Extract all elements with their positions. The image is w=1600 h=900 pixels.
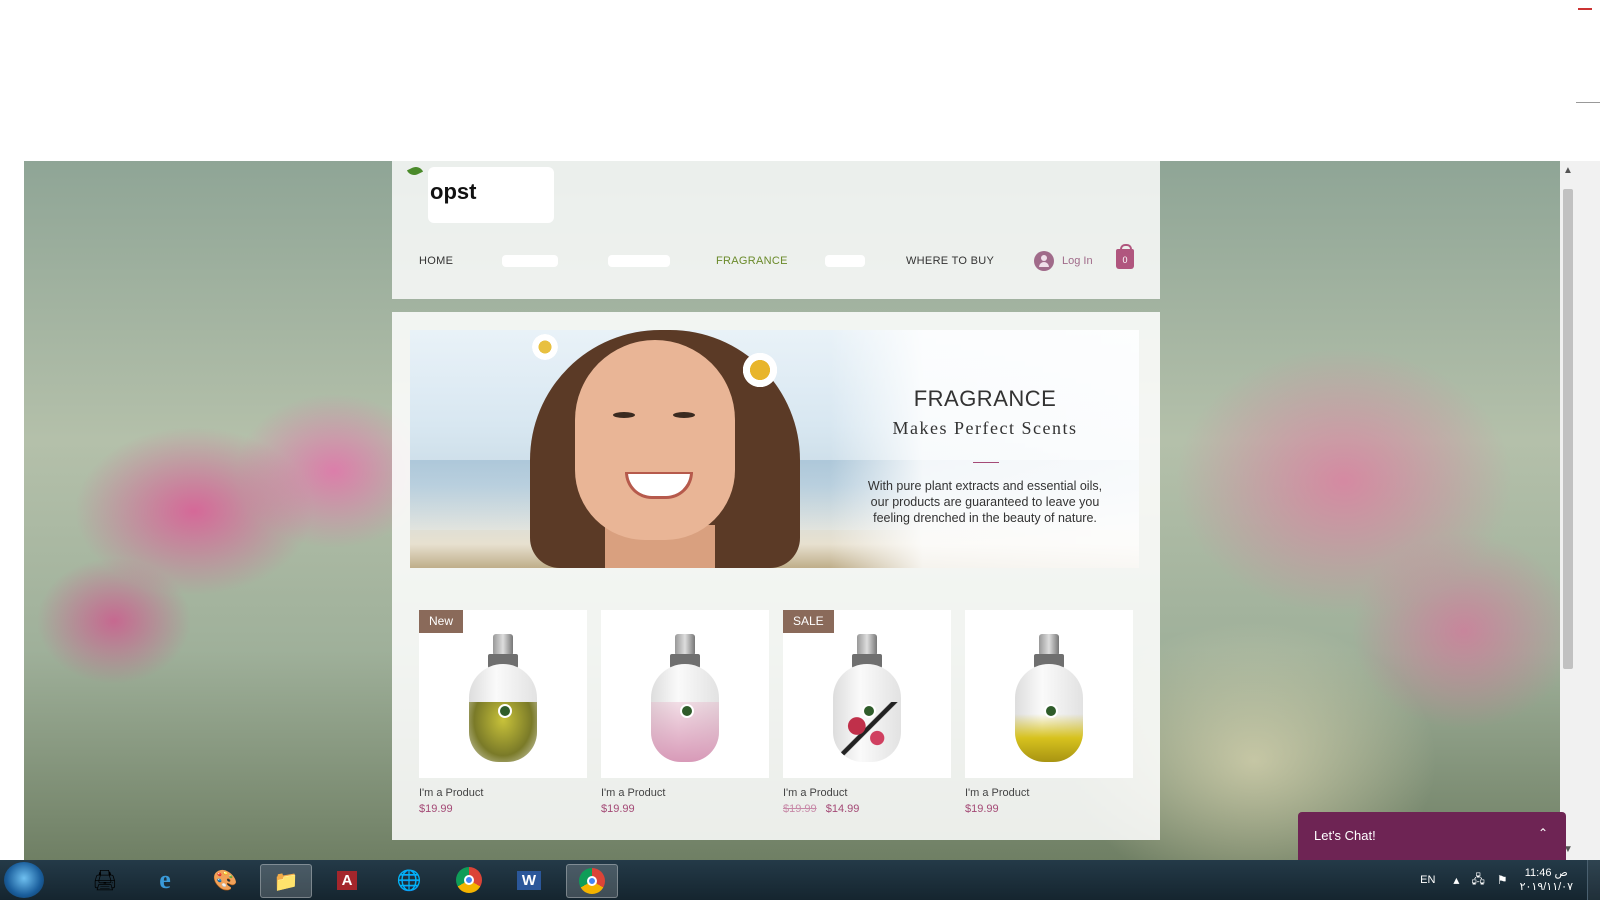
product-sale-price: $14.99 — [825, 803, 860, 815]
chrome-active-icon[interactable] — [566, 864, 618, 898]
product-card[interactable]: SALE I'm a Product $19.99 $14.99 — [783, 610, 951, 830]
sale-badge: SALE — [783, 610, 834, 633]
logo-text: opst — [430, 179, 477, 204]
nav-item-redacted[interactable] — [608, 255, 670, 267]
page-scrollbar[interactable]: ▲ ▼ — [1560, 161, 1600, 860]
product-image[interactable] — [965, 610, 1133, 778]
banner-text-panel — [830, 330, 1139, 568]
product-card[interactable]: I'm a Product $19.99 — [601, 610, 769, 830]
product-name[interactable]: I'm a Product — [601, 787, 665, 799]
banner-title: FRAGRANCE — [913, 386, 1057, 411]
nav-item-redacted[interactable] — [825, 255, 865, 267]
system-tray: EN ▴ 🖧 ⚑ 11:46 ص ٢٠١٩/١١/٠٧ — [1420, 860, 1600, 900]
eye-left — [613, 412, 635, 418]
product-image[interactable] — [783, 610, 951, 778]
globe-icon[interactable]: 🌐 — [384, 864, 434, 896]
nav-fragrance[interactable]: FRAGRANCE — [716, 249, 788, 273]
nav-item-redacted[interactable] — [502, 255, 558, 267]
clock[interactable]: 11:46 ص ٢٠١٩/١١/٠٧ — [1520, 866, 1573, 894]
product-image[interactable] — [601, 610, 769, 778]
main-nav: HOME FRAGRANCE WHERE TO BUY Log In 0 — [392, 244, 1160, 273]
product-price: $19.99 — [419, 803, 453, 815]
product-name[interactable]: I'm a Product — [965, 787, 1029, 799]
divider-line — [1576, 102, 1600, 103]
access-icon[interactable]: A — [322, 864, 372, 896]
show-desktop-button[interactable] — [1587, 860, 1600, 900]
site-header: opst HOME FRAGRANCE WHERE TO BUY Log In … — [392, 161, 1160, 299]
corner-mark — [1578, 8, 1592, 10]
hair-flower — [530, 332, 560, 362]
file-explorer-icon[interactable]: 📁 — [260, 864, 312, 898]
chat-widget[interactable]: Let's Chat! ⌃ — [1298, 812, 1566, 860]
action-center-flag-icon[interactable]: ⚑ — [1497, 873, 1508, 887]
chat-label: Let's Chat! — [1314, 828, 1376, 843]
product-price: $19.99 — [965, 803, 999, 815]
product-card[interactable]: New I'm a Product $19.99 — [419, 610, 587, 830]
perfume-bottle — [833, 634, 901, 764]
hair-flower — [740, 350, 780, 390]
hero-banner: FRAGRANCE Makes Perfect Scents With pure… — [410, 330, 1139, 568]
internet-explorer-icon[interactable]: e — [140, 864, 190, 896]
perfume-bottle — [651, 634, 719, 764]
perfume-bottle — [469, 634, 537, 764]
login-button[interactable]: Log In — [1034, 249, 1093, 273]
user-avatar-icon — [1034, 251, 1054, 271]
scanner-icon[interactable]: 🖨 — [80, 864, 130, 896]
paint-icon[interactable]: 🎨 — [200, 864, 250, 896]
product-price-block: $19.99 $14.99 — [783, 803, 859, 815]
show-hidden-icons-icon[interactable]: ▴ — [1453, 873, 1459, 887]
product-name[interactable]: I'm a Product — [783, 787, 847, 799]
content-area: FRAGRANCE Makes Perfect Scents With pure… — [392, 312, 1160, 840]
eye-right — [673, 412, 695, 418]
banner-subtitle: Makes Perfect Scents — [892, 418, 1078, 438]
chrome-icon[interactable] — [444, 864, 494, 896]
banner-text: With pure plant extracts and essential o… — [867, 479, 1103, 525]
site-logo[interactable]: opst — [428, 167, 554, 223]
product-price: $19.99 — [601, 803, 635, 815]
smile — [625, 472, 693, 499]
word-icon[interactable]: W — [504, 864, 554, 896]
leaf-icon — [406, 164, 424, 178]
product-name[interactable]: I'm a Product — [419, 787, 483, 799]
clock-time: 11:46 ص — [1524, 867, 1568, 879]
start-button[interactable] — [4, 862, 44, 898]
chevron-up-icon[interactable]: ⌃ — [1538, 826, 1548, 840]
product-gallery: New I'm a Product $19.99 I'm a Product $… — [419, 610, 1139, 830]
page-viewport: opst HOME FRAGRANCE WHERE TO BUY Log In … — [24, 161, 1560, 860]
banner-divider — [973, 462, 999, 463]
login-label: Log In — [1062, 255, 1093, 267]
perfume-bottle — [1015, 634, 1083, 764]
nav-home[interactable]: HOME — [419, 249, 453, 273]
product-card[interactable]: I'm a Product $19.99 — [965, 610, 1133, 830]
browser-top-area — [0, 0, 1600, 161]
network-icon[interactable]: 🖧 — [1471, 870, 1484, 891]
model-face — [575, 340, 735, 540]
scroll-thumb[interactable] — [1563, 189, 1573, 669]
windows-taskbar: 🖨 e 🎨 📁 A 🌐 W EN ▴ 🖧 ⚑ 11:46 ص ٢٠١٩/١١/٠… — [0, 860, 1600, 900]
clock-date: ٢٠١٩/١١/٠٧ — [1519, 881, 1573, 893]
language-indicator[interactable]: EN — [1420, 874, 1435, 886]
nav-where-to-buy[interactable]: WHERE TO BUY — [906, 249, 994, 273]
product-image[interactable] — [419, 610, 587, 778]
scroll-up-icon[interactable]: ▲ — [1560, 163, 1576, 179]
product-old-price: $19.99 — [783, 803, 817, 815]
cart-icon[interactable]: 0 — [1116, 244, 1134, 269]
new-badge: New — [419, 610, 464, 633]
